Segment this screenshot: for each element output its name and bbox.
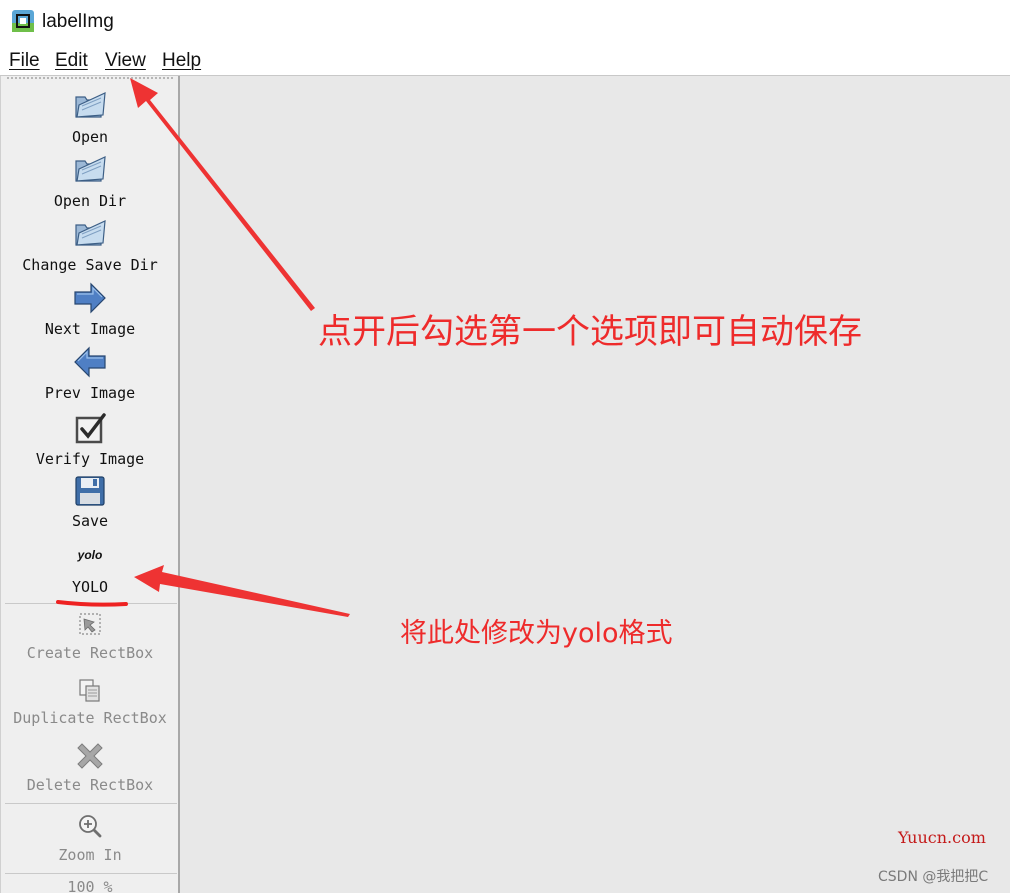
title-bar: labelImg	[0, 0, 1010, 44]
toolbar-separator	[5, 603, 177, 604]
labelimg-app-icon	[12, 10, 34, 32]
delete-rectbox-button[interactable]: Delete RectBox	[1, 738, 179, 800]
open-label: Open	[71, 128, 109, 146]
zoom-in-label: Zoom In	[58, 846, 122, 864]
left-toolbar: Open Open Dir Change Save Dir Next Image	[0, 76, 180, 893]
watermark-site: Yuucn.com	[898, 828, 986, 847]
annotation-view-menu-note: 点开后勾选第一个选项即可自动保存	[318, 312, 862, 352]
arrow-left-icon	[74, 346, 106, 378]
menu-help[interactable]: Help	[162, 50, 201, 72]
menu-edit[interactable]: Edit	[55, 50, 88, 72]
create-rectbox-button[interactable]: Create RectBox	[1, 608, 179, 668]
zoom-level-value[interactable]: 100 %	[1, 878, 179, 893]
format-yolo-label: YOLO	[71, 578, 109, 596]
change-save-dir-button[interactable]: Change Save Dir	[1, 214, 179, 274]
prev-image-label: Prev Image	[44, 384, 136, 402]
menu-bar: File Edit View Help	[0, 44, 1010, 76]
menu-file[interactable]: File	[9, 50, 40, 72]
prev-image-button[interactable]: Prev Image	[1, 342, 179, 402]
open-dir-button[interactable]: Open Dir	[1, 150, 179, 210]
folder-open-icon	[75, 92, 106, 118]
folder-open-icon	[75, 220, 106, 246]
save-label: Save	[71, 512, 109, 530]
delete-x-icon	[77, 743, 103, 769]
floppy-disk-icon	[75, 476, 105, 506]
change-save-dir-label: Change Save Dir	[22, 256, 158, 274]
duplicate-icon	[79, 679, 100, 702]
toolbar-grip[interactable]	[7, 77, 173, 79]
zoom-in-button[interactable]: Zoom In	[1, 808, 179, 870]
next-image-button[interactable]: Next Image	[1, 278, 179, 338]
arrow-right-icon	[74, 282, 106, 314]
image-canvas[interactable]	[180, 76, 1010, 893]
open-dir-label: Open Dir	[53, 192, 127, 210]
toolbar-separator	[5, 873, 177, 874]
annotation-format-note: 将此处修改为yolo格式	[400, 618, 673, 649]
save-button[interactable]: Save	[1, 472, 179, 534]
window-title: labelImg	[42, 11, 114, 32]
open-button[interactable]: Open	[1, 86, 179, 146]
watermark-credit: CSDN @我把把C	[878, 869, 989, 885]
toolbar-separator	[5, 803, 177, 804]
duplicate-rectbox-label: Duplicate RectBox	[13, 709, 167, 727]
menu-view[interactable]: View	[105, 50, 146, 72]
verify-image-label: Verify Image	[35, 450, 145, 468]
folder-open-icon	[75, 156, 106, 182]
delete-rectbox-label: Delete RectBox	[26, 776, 154, 794]
zoom-in-icon	[79, 815, 102, 838]
yolo-format-icon: yolo	[77, 548, 103, 562]
create-rectbox-icon	[79, 613, 101, 635]
next-image-label: Next Image	[44, 320, 136, 338]
duplicate-rectbox-button[interactable]: Duplicate RectBox	[1, 674, 179, 736]
checkbox-checked-icon	[75, 413, 106, 444]
format-yolo-button[interactable]: yolo YOLO	[1, 538, 179, 600]
verify-image-button[interactable]: Verify Image	[1, 408, 179, 470]
create-rectbox-label: Create RectBox	[26, 644, 154, 662]
